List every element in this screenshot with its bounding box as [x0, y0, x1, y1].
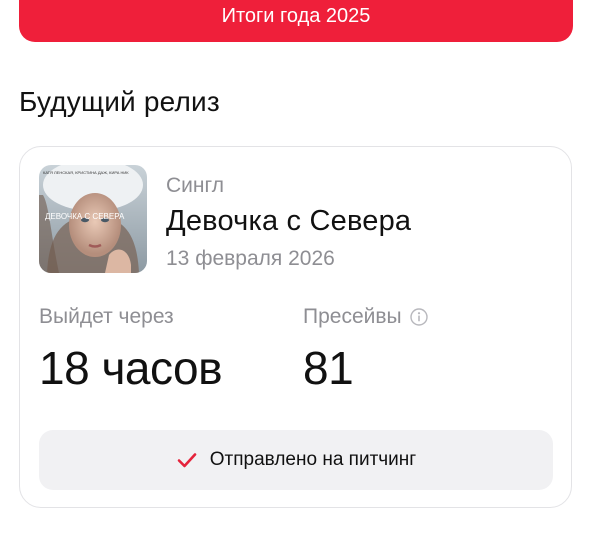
year-summary-button[interactable]: Итоги года 2025	[19, 0, 573, 42]
year-summary-label: Итоги года 2025	[221, 5, 371, 27]
pitching-status-label: Отправлено на питчинг	[209, 449, 417, 470]
check-icon	[176, 449, 198, 471]
release-title: Девочка с Севера	[166, 205, 412, 237]
upcoming-release-card[interactable]: КАТЯ ЛЕНСКАЯ, КРИСТИНА ДАЖ, КИРА НИК ДЕВ…	[19, 146, 572, 508]
release-in-label: Выйдет через	[39, 305, 174, 329]
release-date: 13 февраля 2026	[166, 247, 335, 270]
release-type: Сингл	[166, 174, 224, 197]
release-in-value: 18 часов	[39, 342, 223, 394]
section-title: Будущий релиз	[19, 86, 220, 117]
presaves-label: Пресейвы	[303, 305, 428, 329]
release-in-label-text: Выйдет через	[39, 305, 174, 328]
pitching-status-button[interactable]: Отправлено на питчинг	[39, 430, 553, 490]
info-icon[interactable]	[409, 308, 428, 326]
presaves-value: 81	[303, 342, 354, 394]
cover-small-text: КАТЯ ЛЕНСКАЯ, КРИСТИНА ДАЖ, КИРА НИК	[43, 170, 129, 175]
cover-title-text: ДЕВОЧКА С СЕВЕРА	[45, 212, 125, 221]
release-cover-image: КАТЯ ЛЕНСКАЯ, КРИСТИНА ДАЖ, КИРА НИК ДЕВ…	[39, 165, 147, 273]
presaves-label-text: Пресейвы	[303, 305, 402, 328]
